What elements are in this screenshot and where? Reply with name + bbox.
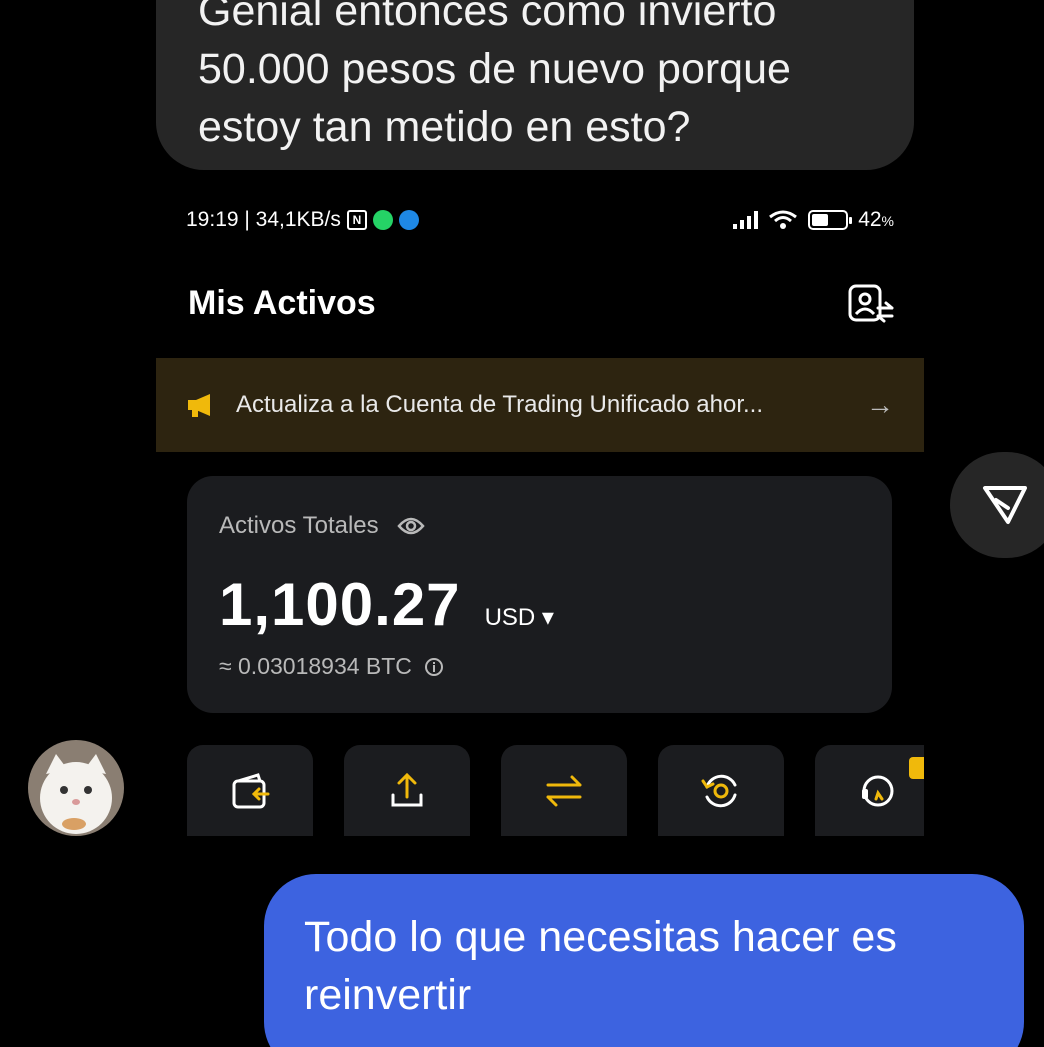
new-badge-icon (909, 757, 924, 779)
nfc-icon: N (346, 210, 367, 230)
shared-screenshot[interactable]: 19:19 | 34,1KB/s N 42% Mis Activos Actua… (156, 186, 924, 836)
outgoing-message-line-1: Todo lo que necesitas hacer es (304, 913, 897, 961)
status-bar-right: 42% (733, 208, 894, 232)
avatar[interactable] (28, 740, 124, 836)
play-icon (398, 210, 419, 230)
arrow-right-icon[interactable]: → (866, 389, 894, 421)
megaphone-icon (188, 394, 210, 417)
outgoing-message-line-2: reinvertir (304, 971, 472, 1019)
total-assets-card: Activos Totales 1,100.27 USD ▾ ≈ 0.03018… (187, 476, 892, 713)
whatsapp-icon (372, 210, 393, 230)
btc-equivalent: ≈ 0.03018934 BTC (219, 653, 412, 679)
deposit-button[interactable] (187, 745, 313, 836)
incoming-message-bubble[interactable]: Genial entonces como invierto 50.000 pes… (156, 0, 914, 170)
transfer-icon (546, 775, 582, 807)
status-time-speed: 19:19 | 34,1KB/s (186, 208, 341, 231)
support-button[interactable] (815, 745, 924, 836)
incoming-message-line-3: estoy tan metido en esto? (198, 103, 691, 151)
cat-avatar-icon (28, 740, 124, 836)
status-bar-left: 19:19 | 34,1KB/s N (186, 208, 419, 232)
upgrade-banner[interactable]: Actualiza a la Cuenta de Trading Unifica… (156, 358, 924, 452)
total-assets-amount: 1,100.27 (219, 571, 461, 638)
send-icon (983, 486, 1027, 524)
share-button[interactable] (950, 452, 1044, 558)
outgoing-message-bubble[interactable]: Todo lo que necesitas hacer es reinverti… (264, 874, 1024, 1047)
currency-selector[interactable]: USD ▾ (485, 603, 554, 632)
deposit-icon (232, 773, 270, 809)
battery-level: 42% (858, 208, 894, 231)
battery-icon (808, 210, 853, 230)
total-assets-label: Activos Totales (219, 512, 379, 539)
account-switch-icon[interactable] (848, 284, 894, 324)
wifi-icon (769, 210, 798, 229)
transfer-button[interactable] (501, 745, 627, 836)
withdraw-button[interactable] (344, 745, 470, 836)
banner-text: Actualiza a la Cuenta de Trading Unifica… (236, 391, 763, 418)
info-icon[interactable] (424, 657, 444, 677)
incoming-message-line-1: Genial entonces como invierto (198, 0, 777, 35)
page-title: Mis Activos (188, 284, 376, 322)
eye-icon[interactable] (396, 516, 425, 536)
convert-button[interactable] (658, 745, 784, 836)
support-icon (862, 775, 894, 807)
withdraw-icon (391, 772, 423, 807)
convert-icon (701, 774, 737, 808)
signal-icon (733, 211, 759, 229)
quick-actions (187, 745, 924, 836)
incoming-message-line-2: 50.000 pesos de nuevo porque (198, 45, 791, 93)
